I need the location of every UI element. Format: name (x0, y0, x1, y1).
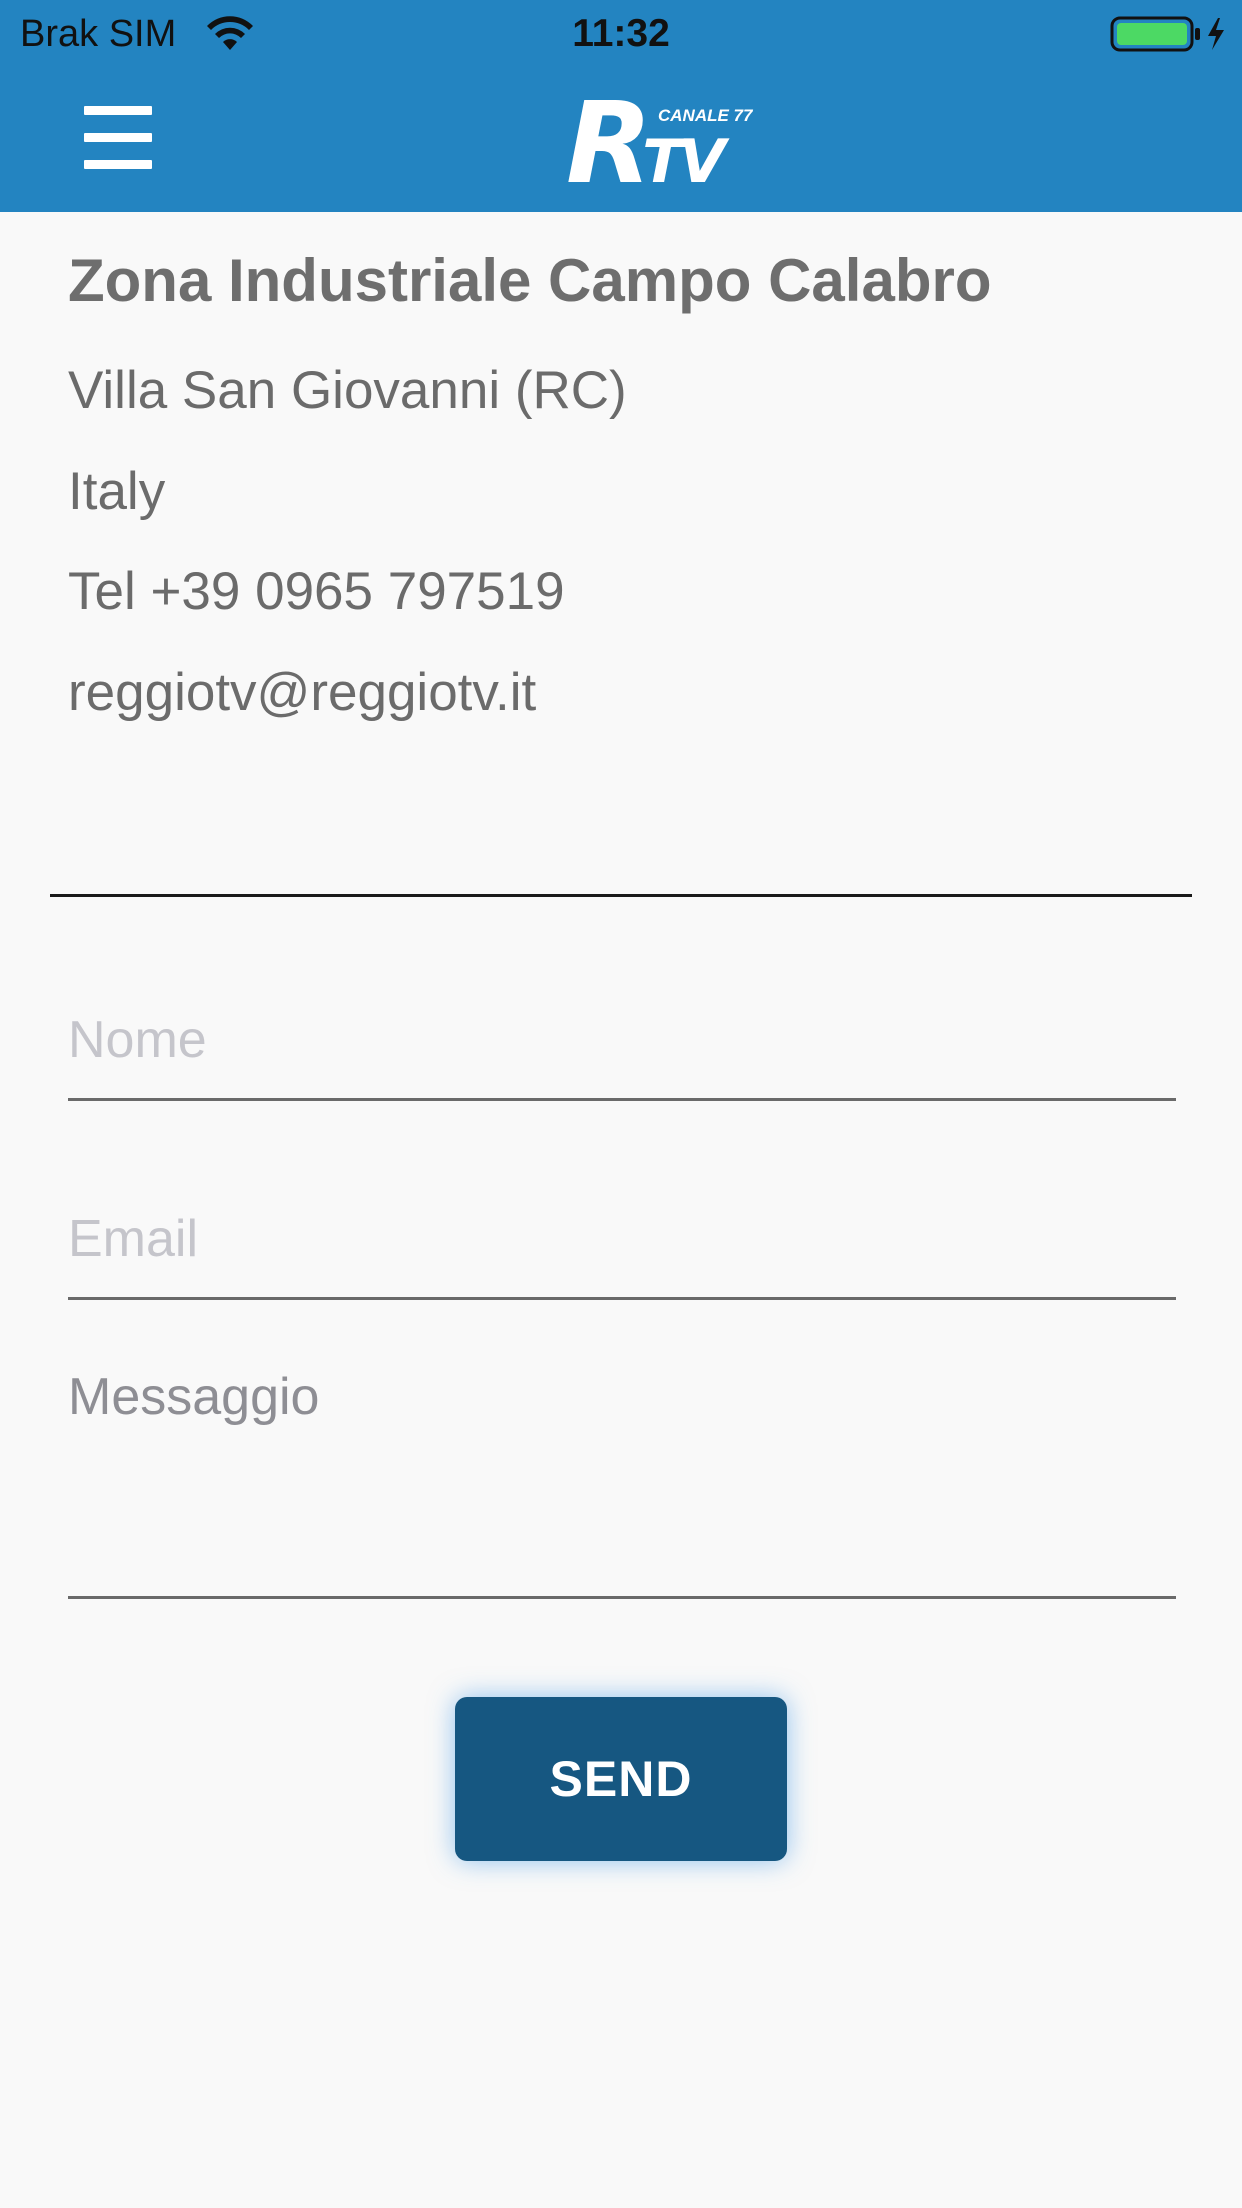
email-input[interactable] (68, 1181, 1176, 1297)
rtv-logo: RTV CANALE 77 (566, 88, 752, 200)
address-email[interactable]: reggiotv@reggiotv.it (68, 662, 536, 723)
hamburger-menu-icon[interactable] (84, 104, 152, 172)
logo-mark: RTV (566, 88, 726, 200)
logo-letters-tv: TV (642, 127, 725, 197)
app-header: Brak SIM 11:32 RTV CANALE 77 (0, 0, 1242, 212)
address-phone[interactable]: Tel +39 0965 797519 (68, 561, 565, 622)
status-time: 11:32 (572, 12, 670, 55)
send-button[interactable]: SEND (455, 1697, 787, 1861)
address-title: Zona Industriale Campo Calabro (68, 247, 992, 314)
logo-channel: CANALE 77 (658, 106, 753, 125)
name-input[interactable] (68, 982, 1176, 1098)
email-field (68, 1181, 1176, 1300)
address-city: Villa San Giovanni (RC) (68, 361, 627, 420)
message-field (68, 1366, 1176, 1599)
logo-letter-r: R (566, 79, 652, 209)
name-field (68, 982, 1176, 1101)
address-country: Italy (68, 462, 166, 521)
battery-charging-icon (1110, 16, 1224, 52)
message-input[interactable] (68, 1366, 1176, 1596)
divider (50, 894, 1192, 897)
contact-page: Brak SIM 11:32 RTV CANALE 77 Zona Indust… (0, 0, 1242, 2208)
